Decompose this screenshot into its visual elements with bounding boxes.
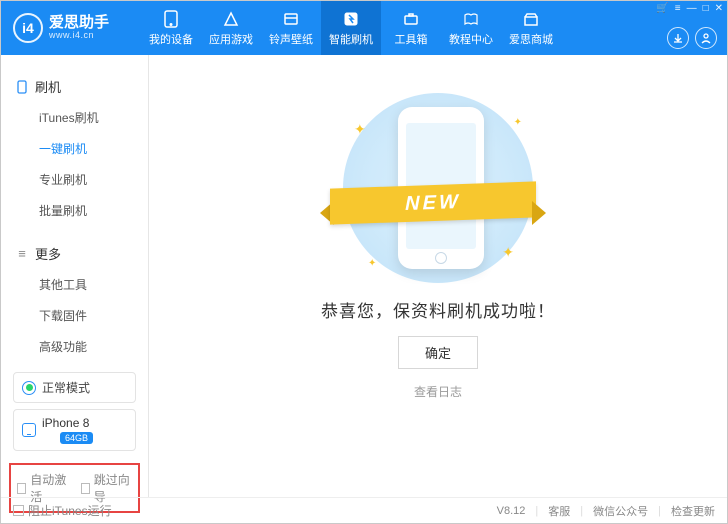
nav-ringtones[interactable]: 铃声壁纸: [261, 1, 321, 55]
app-header: i4 爱思助手 www.i4.cn 我的设备 应用游戏 铃声壁纸 智能刷机: [1, 1, 727, 55]
cart-icon[interactable]: 🛒: [656, 3, 668, 14]
nav-tutorials[interactable]: 教程中心: [441, 1, 501, 55]
logo-icon: i4: [13, 13, 43, 43]
device-icon: [22, 423, 36, 437]
store-icon: [522, 10, 540, 28]
success-illustration: ✦✦✦✦ NEW: [318, 93, 558, 283]
status-bar: 阻止iTunes运行 V8.12 | 客服 | 微信公众号 | 检查更新: [1, 497, 727, 523]
nav-smart-flash[interactable]: 智能刷机: [321, 1, 381, 55]
sidebar-item-batch-flash[interactable]: 批量刷机: [1, 195, 148, 226]
more-icon: ≡: [15, 247, 29, 261]
sidebar-item-other-tools[interactable]: 其他工具: [1, 269, 148, 300]
nav-my-device[interactable]: 我的设备: [141, 1, 201, 55]
window-controls: 🛒 ≡ — □ ✕: [656, 3, 723, 14]
brand-name: 爱思助手: [49, 15, 109, 32]
sidebar-item-advanced[interactable]: 高级功能: [1, 331, 148, 362]
mode-normal-button[interactable]: 正常模式: [13, 372, 136, 403]
new-ribbon: NEW: [330, 177, 536, 227]
sidebar-group-more: ≡ 更多: [1, 238, 148, 269]
device-card[interactable]: iPhone 8 64GB: [13, 409, 136, 451]
confirm-button[interactable]: 确定: [398, 336, 478, 369]
nav-store[interactable]: 爱思商城: [501, 1, 561, 55]
menu-icon[interactable]: ≡: [675, 3, 681, 14]
success-headline: 恭喜您，保资料刷机成功啦！: [321, 297, 555, 322]
check-update-link[interactable]: 检查更新: [671, 503, 715, 519]
ringtone-icon: [282, 10, 300, 28]
header-right-buttons: [667, 27, 717, 49]
version-label: V8.12: [497, 505, 526, 517]
max-icon[interactable]: □: [703, 3, 709, 14]
sidebar-item-itunes-flash[interactable]: iTunes刷机: [1, 102, 148, 133]
book-icon: [462, 10, 480, 28]
sidebar-item-download-fw[interactable]: 下载固件: [1, 300, 148, 331]
main-content: ✦✦✦✦ NEW 恭喜您，保资料刷机成功啦！ 确定 查看日志: [149, 55, 727, 497]
close-icon[interactable]: ✕: [715, 3, 723, 14]
storage-badge: 64GB: [60, 432, 93, 444]
sidebar-group-flash: 刷机: [1, 71, 148, 102]
download-button[interactable]: [667, 27, 689, 49]
view-log-link[interactable]: 查看日志: [414, 383, 462, 400]
nav-toolbox[interactable]: 工具箱: [381, 1, 441, 55]
toolbox-icon: [402, 10, 420, 28]
apps-icon: [222, 10, 240, 28]
nav-apps[interactable]: 应用游戏: [201, 1, 261, 55]
status-dot-icon: [22, 381, 36, 395]
phone-small-icon: [15, 80, 29, 94]
support-link[interactable]: 客服: [548, 503, 570, 519]
top-nav: 我的设备 应用游戏 铃声壁纸 智能刷机 工具箱 教程中心: [141, 1, 561, 55]
flash-icon: [342, 10, 360, 28]
block-itunes-checkbox[interactable]: 阻止iTunes运行: [13, 502, 112, 519]
brand-logo: i4 爱思助手 www.i4.cn: [1, 13, 141, 43]
min-icon[interactable]: —: [687, 3, 697, 14]
sidebar-item-pro-flash[interactable]: 专业刷机: [1, 164, 148, 195]
sidebar: 刷机 iTunes刷机 一键刷机 专业刷机 批量刷机 ≡ 更多 其他工具 下载固…: [1, 55, 149, 497]
sidebar-item-onekey-flash[interactable]: 一键刷机: [1, 133, 148, 164]
device-name: iPhone 8: [42, 416, 93, 430]
wechat-link[interactable]: 微信公众号: [593, 503, 648, 519]
brand-url: www.i4.cn: [49, 31, 109, 41]
user-button[interactable]: [695, 27, 717, 49]
phone-icon: [162, 10, 180, 28]
